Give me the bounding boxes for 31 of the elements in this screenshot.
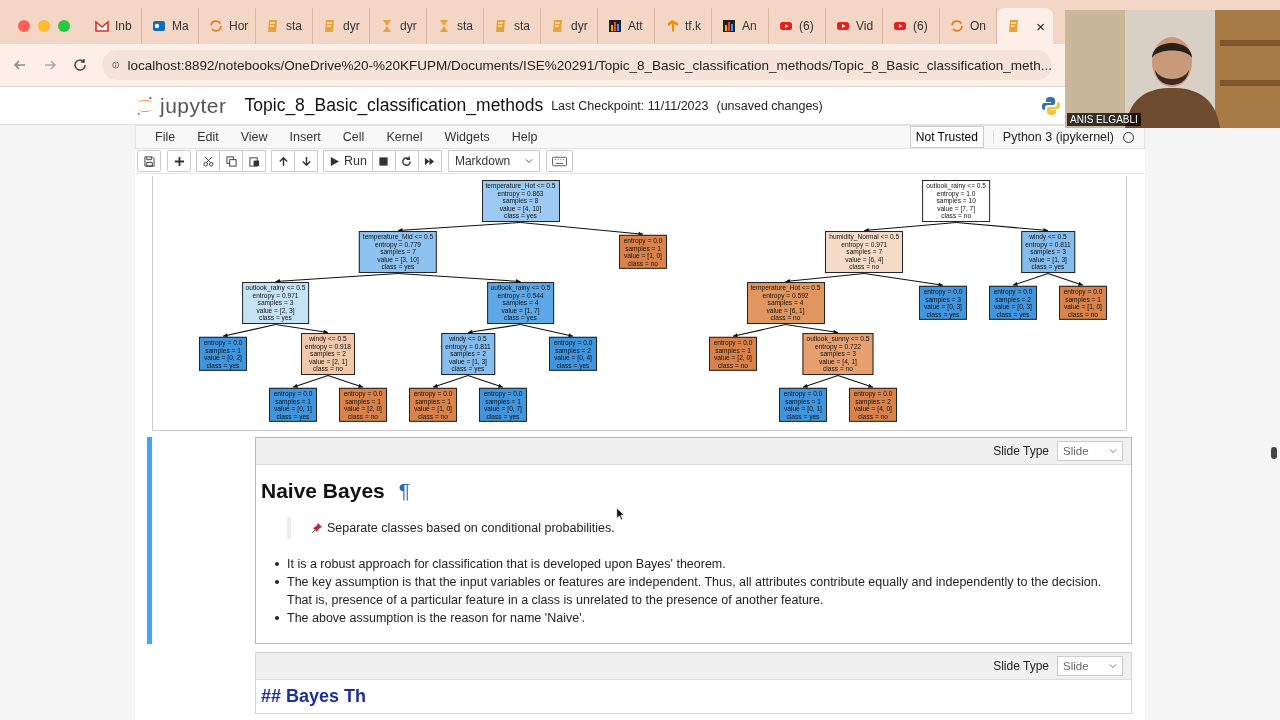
menu-item[interactable]: Widgets [433,130,501,144]
menu-item[interactable]: Cell [331,130,376,144]
menu-item[interactable]: View [229,130,279,144]
participant-name: ANIS ELGABLI [1067,113,1141,126]
notebook-title[interactable]: Topic_8_Basic_classification_methods [244,95,544,116]
slide-type-select[interactable]: Slide [1057,656,1123,676]
bullet-text: The key assumption is that the input variables or features are independent. Thus, all attributes contribute equally and independently to the decision. That is, presence of a particular feature in a class is unrelated to the presence of another feature. [287,574,1103,609]
run-button[interactable]: Run [323,150,373,172]
anchor-link[interactable]: ¶ [398,479,411,503]
address-bar[interactable]: localhost:8892/notebooks/OneDrive%20-%20KFUPM/Documents/ISE%20291/Topic_8_Basic_classification_methods/Topic_8_Basic_classification_meth... [102,50,1052,80]
trust-button[interactable]: Not Trusted [909,126,984,148]
url-text: localhost:8892/notebooks/OneDrive%20-%20KFUPM/Documents/ISE%20291/Topic_8_Basic_classification_methods/Topic_8_Basic_classification_meth... [127,57,1052,73]
quote-text: Separate classes based on conditional probabilities. [327,521,615,535]
menu-item[interactable]: Help [500,130,549,144]
save-status: (unsaved changes) [716,98,823,113]
jupyter-wordmark: jupyter [160,93,227,118]
menu-item[interactable]: Kernel [375,130,434,144]
kernel-name[interactable]: Python 3 (ipykernel) [992,130,1114,144]
bullet-text: The above assumption is the reason for name 'Naive'. [287,610,586,627]
browser-tab[interactable]: × [997,8,1053,44]
menu-item[interactable]: File [144,130,187,144]
slide-type-select[interactable]: Slide [1057,441,1123,461]
slide-type-label: Slide Type [993,444,1049,458]
slide-type-label: Slide Type [993,659,1049,673]
bullet-text: It is a robust approach for classification that is developed upon Bayes' theorem. [287,556,727,573]
cell-type-select[interactable]: Markdown [447,150,540,172]
markdown-source: ## Bayes Th [261,686,367,706]
menu-item[interactable]: Insert [278,130,332,144]
checkpoint-text: Last Checkpoint: 11/11/2023 [551,98,709,113]
menu-item[interactable]: Edit [186,130,230,144]
heading: Naive Bayes [261,479,385,503]
